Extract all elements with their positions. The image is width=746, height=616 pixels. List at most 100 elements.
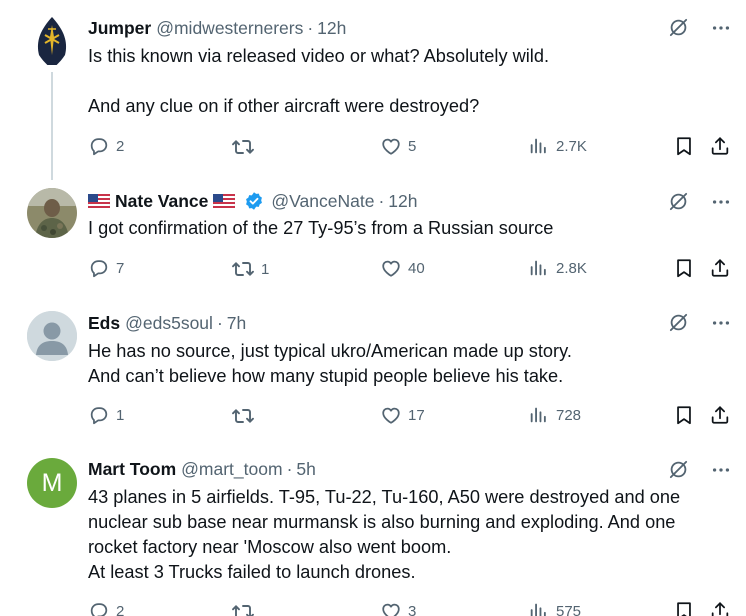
retweet-button[interactable] [231,135,255,159]
like-count: 5 [408,137,417,155]
bookmark-icon [673,404,695,426]
reply-icon [88,404,110,426]
tweet-header: Eds @eds5soul · 7h [88,312,246,334]
bookmark-icon [673,600,695,616]
like-count: 3 [408,602,417,616]
more-icon[interactable] [710,312,732,334]
timestamp[interactable]: 12h [317,18,346,39]
like-button[interactable]: 5 [380,135,416,157]
verified-badge-icon[interactable] [244,191,264,211]
views-icon [528,600,550,616]
user-handle[interactable]: @eds5soul [125,313,213,334]
user-handle[interactable]: @midwesternerers [156,18,303,39]
display-name[interactable]: Jumper [88,18,151,39]
reply-icon [88,135,110,157]
action-bar: 2 5 2.7K [88,135,738,159]
reply-count: 7 [116,259,125,277]
tweet-mart-toom[interactable]: M Mart Toom @mart_toom · 5h 43 planes in… [0,448,746,616]
user-handle[interactable]: @VanceNate [271,191,374,212]
share-button[interactable] [709,600,731,616]
tweet-header: Nate Vance @VanceNate · 12h [88,190,417,212]
retweet-button[interactable] [231,600,255,616]
share-button[interactable] [709,257,731,279]
bookmark-icon [673,135,695,157]
timestamp[interactable]: 12h [388,191,417,212]
tweet-jumper[interactable]: Jumper @midwesternerers · 12h Is this kn… [0,0,746,180]
grok-icon[interactable] [667,16,690,39]
grok-icon[interactable] [667,190,690,213]
tweet-top-icons [667,311,732,334]
like-icon [380,257,402,279]
retweet-icon [231,600,255,616]
retweet-icon [231,135,255,159]
tweet-header: Jumper @midwesternerers · 12h [88,17,346,39]
reply-button[interactable]: 2 [88,600,124,616]
display-name[interactable]: Eds [88,313,120,334]
retweet-button[interactable]: 1 [231,257,269,281]
views-count: 728 [556,406,582,424]
grok-icon[interactable] [667,311,690,334]
avatar[interactable]: M [27,458,77,508]
us-flag-icon [213,194,235,208]
timestamp[interactable]: 7h [227,313,246,334]
bookmark-button[interactable] [673,404,695,426]
share-button[interactable] [709,404,731,426]
timestamp[interactable]: 5h [296,459,315,480]
tweet-eds[interactable]: Eds @eds5soul · 7h He has no source, jus… [0,302,746,448]
soldier-photo-icon [27,188,77,238]
separator-dot: · [378,190,385,211]
views-icon [528,257,550,279]
avatar-letter: M [41,468,63,497]
reply-button[interactable]: 7 [88,257,124,279]
views-button[interactable]: 575 [528,600,581,616]
display-name[interactable]: Nate Vance [115,191,208,212]
avatar[interactable] [27,15,77,65]
views-button[interactable]: 728 [528,404,581,426]
bookmark-button[interactable] [673,135,695,157]
bookmark-button[interactable] [673,257,695,279]
like-count: 40 [408,259,425,277]
avatar[interactable] [27,188,77,238]
more-icon[interactable] [710,459,732,481]
share-icon [709,600,731,616]
tweet-text: He has no source, just typical ukro/Amer… [88,341,572,386]
tweet-header: Mart Toom @mart_toom · 5h [88,458,316,480]
reply-count: 1 [116,406,125,424]
like-button[interactable]: 3 [380,600,416,616]
share-icon [709,257,731,279]
tweet-text: I got confirmation of the 27 Ty-95’s fro… [88,218,554,238]
retweet-button[interactable] [231,404,255,428]
tweet-top-icons [667,190,732,213]
share-icon [709,135,731,157]
like-icon [380,404,402,426]
bookmark-button[interactable] [673,600,695,616]
user-handle[interactable]: @mart_toom [181,459,282,480]
grok-icon[interactable] [667,458,690,481]
separator-dot: · [216,312,223,333]
views-icon [528,135,550,157]
views-count: 2.8K [556,259,587,277]
views-count: 575 [556,602,582,616]
action-bar: 1 17 728 [88,404,738,428]
like-button[interactable]: 17 [380,404,425,426]
separator-dot: · [286,458,293,479]
tweet-nate-vance[interactable]: Nate Vance @VanceNate · 12h I got confir… [0,180,746,302]
like-icon [380,135,402,157]
like-button[interactable]: 40 [380,257,425,279]
action-bar: 7 1 40 2.8K [88,257,738,281]
retweet-icon [231,257,255,281]
avatar[interactable] [27,311,77,361]
tweet-top-icons [667,458,732,481]
reply-button[interactable]: 2 [88,135,124,157]
reply-icon [88,257,110,279]
more-icon[interactable] [710,17,732,39]
reply-button[interactable]: 1 [88,404,124,426]
us-flag-icon [88,194,110,208]
display-name[interactable]: Mart Toom [88,459,176,480]
views-button[interactable]: 2.7K [528,135,587,157]
share-button[interactable] [709,135,731,157]
action-bar: 2 3 575 [88,600,738,616]
views-button[interactable]: 2.8K [528,257,587,279]
separator-dot: · [307,17,314,38]
more-icon[interactable] [710,191,732,213]
